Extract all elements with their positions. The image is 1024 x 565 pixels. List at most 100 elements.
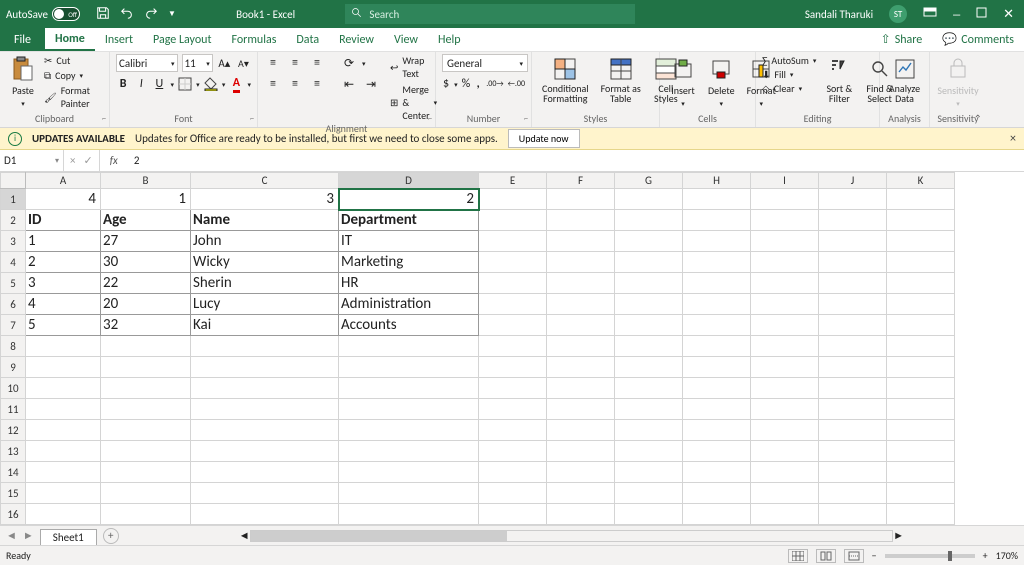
- increase-font-icon[interactable]: A▴: [217, 54, 232, 72]
- cell[interactable]: [547, 273, 615, 294]
- cell[interactable]: 32: [101, 315, 191, 336]
- font-name-select[interactable]: Calibri▾: [116, 54, 178, 72]
- cell[interactable]: 3: [191, 189, 339, 210]
- cell[interactable]: [191, 483, 339, 504]
- cell[interactable]: [683, 504, 751, 525]
- row-header[interactable]: 14: [1, 462, 26, 483]
- cell[interactable]: [547, 252, 615, 273]
- zoom-in-icon[interactable]: +: [983, 549, 988, 562]
- cell[interactable]: [26, 504, 101, 525]
- cell[interactable]: [615, 420, 683, 441]
- cell[interactable]: [819, 252, 887, 273]
- cell[interactable]: [339, 378, 479, 399]
- tab-pagelayout[interactable]: Page Layout: [143, 28, 221, 51]
- cell[interactable]: [26, 399, 101, 420]
- cell[interactable]: [751, 462, 819, 483]
- cell[interactable]: 3: [26, 273, 101, 294]
- normal-view-icon[interactable]: [788, 549, 808, 563]
- row-header[interactable]: 5: [1, 273, 26, 294]
- col-header[interactable]: A: [26, 173, 101, 189]
- close-msgbar-icon[interactable]: ×: [1010, 132, 1016, 146]
- zoom-slider[interactable]: [885, 554, 975, 558]
- cell[interactable]: [547, 294, 615, 315]
- minimize-icon[interactable]: ─: [953, 6, 960, 23]
- collapse-ribbon-icon[interactable]: ⌃: [974, 112, 982, 125]
- cell[interactable]: [479, 378, 547, 399]
- align-middle-icon[interactable]: ≡: [286, 54, 304, 72]
- cell[interactable]: [819, 504, 887, 525]
- qat-dropdown-icon[interactable]: ▼: [168, 9, 176, 19]
- col-header[interactable]: B: [101, 173, 191, 189]
- cell[interactable]: [751, 189, 819, 210]
- cell[interactable]: Sherin: [191, 273, 339, 294]
- format-painter-button[interactable]: 🖌Format Painter: [44, 84, 103, 110]
- dialog-launcher-icon[interactable]: ⌐: [524, 114, 528, 124]
- ribbon-display-icon[interactable]: [923, 7, 937, 22]
- cell[interactable]: [101, 399, 191, 420]
- currency-icon[interactable]: $: [442, 75, 450, 93]
- font-color-icon[interactable]: A: [229, 75, 243, 93]
- col-header[interactable]: C: [191, 173, 339, 189]
- tab-insert[interactable]: Insert: [95, 28, 143, 51]
- align-top-icon[interactable]: ≡: [264, 54, 282, 72]
- zoom-level[interactable]: 170%: [996, 549, 1018, 562]
- cell[interactable]: [683, 210, 751, 231]
- cell[interactable]: [751, 231, 819, 252]
- cell[interactable]: [191, 441, 339, 462]
- cell[interactable]: [547, 357, 615, 378]
- cell[interactable]: [479, 336, 547, 357]
- cell[interactable]: [683, 252, 751, 273]
- cell[interactable]: [479, 420, 547, 441]
- cell[interactable]: [683, 231, 751, 252]
- format-as-table-button[interactable]: Format as Table: [597, 54, 645, 106]
- row-header[interactable]: 2: [1, 210, 26, 231]
- cell[interactable]: [683, 462, 751, 483]
- cell[interactable]: [819, 189, 887, 210]
- cell[interactable]: [191, 399, 339, 420]
- decrease-decimal-icon[interactable]: ←.00: [508, 75, 525, 93]
- cell[interactable]: [751, 420, 819, 441]
- cell[interactable]: [887, 336, 955, 357]
- cell[interactable]: [819, 315, 887, 336]
- cell[interactable]: Marketing: [339, 252, 479, 273]
- cell[interactable]: [547, 189, 615, 210]
- cell[interactable]: [191, 504, 339, 525]
- cell[interactable]: [683, 441, 751, 462]
- cell[interactable]: [479, 504, 547, 525]
- row-header[interactable]: 12: [1, 420, 26, 441]
- cell[interactable]: Kai: [191, 315, 339, 336]
- cell[interactable]: 2: [26, 252, 101, 273]
- cell[interactable]: [819, 462, 887, 483]
- cell[interactable]: [101, 336, 191, 357]
- cell[interactable]: [547, 420, 615, 441]
- cell[interactable]: [547, 504, 615, 525]
- cell[interactable]: [339, 441, 479, 462]
- cell[interactable]: [887, 273, 955, 294]
- orientation-icon[interactable]: ⟳: [340, 54, 358, 72]
- page-break-view-icon[interactable]: [844, 549, 864, 563]
- cell[interactable]: [191, 357, 339, 378]
- sheet-nav-prev-icon[interactable]: ◄: [6, 529, 17, 542]
- cell[interactable]: [26, 483, 101, 504]
- cell[interactable]: 20: [101, 294, 191, 315]
- indent-inc-icon[interactable]: ⇥: [362, 75, 380, 93]
- cell[interactable]: [887, 357, 955, 378]
- cell[interactable]: IT: [339, 231, 479, 252]
- col-header[interactable]: I: [751, 173, 819, 189]
- paste-button[interactable]: Paste ▾: [6, 54, 40, 110]
- row-header[interactable]: 10: [1, 378, 26, 399]
- cell[interactable]: [751, 273, 819, 294]
- cell[interactable]: [887, 294, 955, 315]
- cell[interactable]: [887, 252, 955, 273]
- cell[interactable]: [547, 378, 615, 399]
- avatar[interactable]: ST: [889, 5, 907, 23]
- cell[interactable]: [479, 462, 547, 483]
- cell[interactable]: [683, 294, 751, 315]
- cell[interactable]: Lucy: [191, 294, 339, 315]
- cell[interactable]: [101, 462, 191, 483]
- col-header[interactable]: H: [683, 173, 751, 189]
- clear-button[interactable]: ◇Clear▾: [762, 82, 816, 95]
- cell[interactable]: [26, 357, 101, 378]
- cell[interactable]: [26, 378, 101, 399]
- cell[interactable]: [887, 420, 955, 441]
